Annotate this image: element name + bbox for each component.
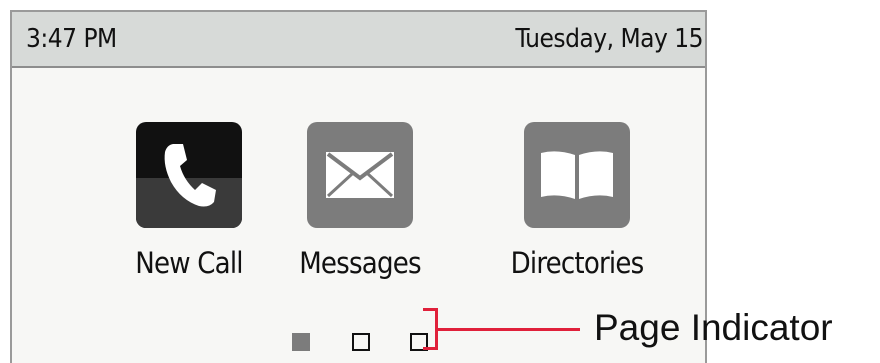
directories-tile[interactable] [524, 122, 630, 228]
new-call-label: New Call [135, 246, 243, 280]
status-time: 3:47 PM [26, 24, 117, 54]
app-messages[interactable]: Messages [260, 122, 460, 280]
directories-label: Directories [510, 246, 645, 280]
new-call-tile[interactable] [136, 122, 242, 228]
page-dot-1-current[interactable] [292, 333, 310, 351]
status-date: Tuesday, May 15 [515, 24, 703, 54]
messages-label: Messages [299, 246, 421, 280]
messages-tile[interactable] [307, 122, 413, 228]
callout-leader-line [438, 328, 580, 331]
envelope-icon [326, 152, 394, 198]
callout-bracket [423, 308, 438, 350]
app-directories[interactable]: Directories [477, 122, 677, 280]
open-book-icon [541, 151, 613, 199]
status-bar: 3:47 PM Tuesday, May 15 [12, 12, 705, 68]
page-dot-2[interactable] [352, 333, 370, 351]
page-indicator-callout-label: Page Indicator [594, 307, 833, 348]
phone-handset-icon [164, 144, 216, 207]
app-new-call[interactable]: New Call [89, 122, 289, 280]
